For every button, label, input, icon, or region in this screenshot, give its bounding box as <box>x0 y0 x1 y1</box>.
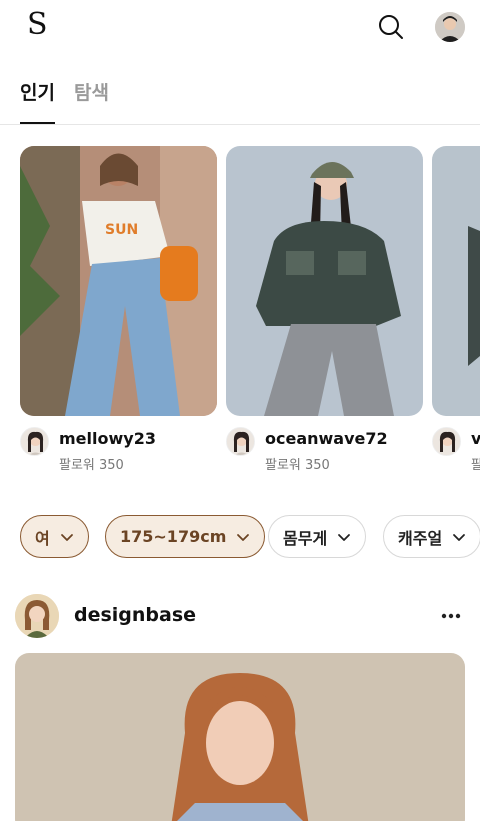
card-username[interactable]: mellowy23 <box>59 429 156 448</box>
user-card[interactable]: oceanwave72 팔로워 350 <box>226 146 423 473</box>
filter-weight-label: 몸무게 <box>283 528 328 548</box>
post-author-avatar[interactable] <box>15 594 59 638</box>
logo-letter: S <box>27 7 48 42</box>
tab-explore[interactable]: 탐색 <box>74 78 109 105</box>
card-follower-count: 팔 <box>471 458 480 473</box>
search-button[interactable] <box>376 12 406 42</box>
avatar-image <box>227 428 254 455</box>
filter-style-label: 캐주얼 <box>398 528 443 548</box>
filter-height-label: 175~179cm <box>120 527 227 546</box>
app-logo[interactable]: S <box>18 7 58 46</box>
filter-style[interactable]: 캐주얼 <box>383 515 480 558</box>
chevron-down-icon <box>338 533 351 541</box>
avatar-icon <box>435 12 465 42</box>
app-screen: S 인기 탐색 SUN mellowy23 팔로워 350 oceanwave7… <box>0 0 480 821</box>
card-user-info: v 팔 <box>432 427 480 477</box>
post-more-button[interactable] <box>438 604 464 628</box>
filter-gender-label: 여 <box>35 528 50 548</box>
card-follower-count: 팔로워 350 <box>59 458 124 473</box>
filter-weight[interactable]: 몸무게 <box>268 515 367 558</box>
card-username[interactable]: oceanwave72 <box>265 429 388 448</box>
card-follower-count: 팔로워 350 <box>265 458 330 473</box>
outfit-photo: SUN <box>20 146 217 416</box>
chevron-down-icon <box>453 533 466 541</box>
profile-avatar-button[interactable] <box>435 12 465 42</box>
avatar[interactable] <box>226 427 255 456</box>
avatar-image <box>433 428 460 455</box>
card-photo[interactable] <box>226 146 423 416</box>
avatar[interactable] <box>432 427 461 456</box>
post-photo[interactable] <box>15 653 465 821</box>
user-card[interactable]: SUN mellowy23 팔로워 350 <box>20 146 217 473</box>
avatar-image <box>15 594 59 638</box>
svg-text:SUN: SUN <box>105 222 138 238</box>
card-photo[interactable] <box>432 146 480 416</box>
chevron-down-icon <box>60 533 73 541</box>
active-tab-indicator <box>20 122 55 124</box>
card-username[interactable]: v <box>471 429 480 448</box>
chevron-down-icon <box>237 533 250 541</box>
more-horizontal-icon <box>441 613 461 619</box>
user-card[interactable]: v 팔 <box>432 146 480 473</box>
top-bar: S <box>0 0 480 60</box>
feed-tabs: 인기 탐색 <box>0 72 480 125</box>
tab-popular[interactable]: 인기 <box>20 78 55 105</box>
search-icon <box>379 15 403 39</box>
filter-height[interactable]: 175~179cm <box>105 515 266 558</box>
post-author-name[interactable]: designbase <box>74 604 196 626</box>
post-image <box>15 653 465 821</box>
card-photo[interactable]: SUN <box>20 146 217 416</box>
avatar[interactable] <box>20 427 49 456</box>
outfit-photo <box>226 146 423 416</box>
outfit-photo <box>432 146 480 416</box>
filter-gender[interactable]: 여 <box>20 515 89 558</box>
avatar-image <box>21 428 48 455</box>
